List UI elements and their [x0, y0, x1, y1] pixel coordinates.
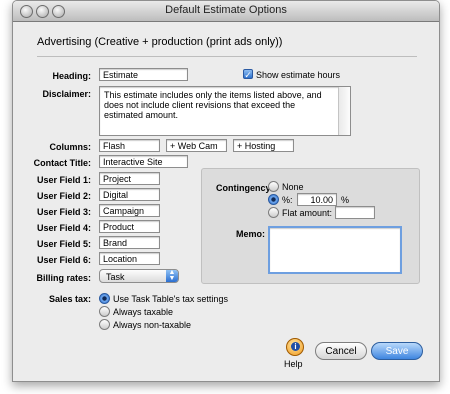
heading-input[interactable]: Estimate [99, 68, 188, 81]
user-field-3-label: User Field 3: [36, 207, 91, 217]
contingency-none-label: None [282, 182, 304, 192]
contingency-panel: Contingency: None %: 10.00 % Flat amount… [201, 168, 420, 284]
user-field-4-input[interactable]: Product [99, 220, 160, 233]
column-3-input[interactable]: + Hosting [233, 139, 294, 152]
updown-arrows-icon: ▲ ▼ [166, 269, 178, 282]
sales-tax-always-taxable-radio[interactable] [99, 306, 110, 317]
save-button[interactable]: Save [371, 342, 423, 360]
show-hours-label: Show estimate hours [256, 70, 341, 80]
user-field-4-label: User Field 4: [36, 223, 91, 233]
user-field-6-label: User Field 6: [36, 255, 91, 265]
columns-label: Columns: [49, 142, 92, 152]
sales-tax-non-taxable-radio[interactable] [99, 319, 110, 330]
disclaimer-label: Disclaimer: [42, 89, 91, 99]
show-hours-checkbox[interactable]: ✓ [243, 69, 253, 80]
sales-tax-option-3-label: Always non-taxable [113, 320, 192, 330]
contact-title-label: Contact Title: [33, 158, 91, 168]
column-1-input[interactable]: Flash [99, 139, 160, 152]
column-2-input[interactable]: + Web Cam [166, 139, 227, 152]
billing-rates-value: Task [106, 272, 125, 282]
section-title: Advertising (Creative + production (prin… [37, 36, 283, 48]
help-label: Help [284, 359, 303, 369]
contingency-label: Contingency: [216, 183, 274, 193]
contingency-flat-label: Flat amount: [282, 208, 333, 218]
billing-rates-select[interactable]: Task ▲ ▼ [99, 269, 179, 283]
user-field-1-label: User Field 1: [36, 175, 91, 185]
contingency-percent-suffix: % [341, 195, 350, 205]
disclaimer-scrollbar[interactable] [338, 87, 350, 135]
memo-label: Memo: [236, 229, 265, 239]
contingency-percent-input[interactable]: 10.00 [297, 193, 337, 206]
user-field-2-label: User Field 2: [36, 191, 91, 201]
user-field-3-input[interactable]: Campaign [99, 204, 160, 217]
window-title: Default Estimate Options [165, 4, 287, 16]
user-field-2-input[interactable]: Digital [99, 188, 160, 201]
contingency-none-radio[interactable] [268, 181, 279, 192]
contingency-percent-label: %: [282, 195, 293, 205]
sales-tax-task-table-radio[interactable] [99, 293, 110, 304]
help-button[interactable]: i [286, 338, 304, 356]
contact-title-input[interactable]: Interactive Site [99, 155, 188, 168]
sales-tax-label: Sales tax: [48, 294, 91, 304]
heading-label: Heading: [52, 71, 91, 81]
sales-tax-option-2-label: Always taxable [113, 307, 174, 317]
billing-rates-label: Billing rates: [36, 273, 91, 283]
title-bar[interactable]: Default Estimate Options [13, 1, 439, 22]
dialog-frame: Default Estimate Options Advertising (Cr… [12, 0, 440, 382]
section-divider [37, 56, 417, 57]
contingency-flat-input[interactable] [335, 206, 375, 219]
checkmark-icon: ✓ [244, 70, 252, 80]
disclaimer-textarea[interactable]: This estimate includes only the items li… [99, 86, 351, 136]
user-field-5-input[interactable]: Brand [99, 236, 160, 249]
cancel-button[interactable]: Cancel [315, 342, 367, 360]
user-field-5-label: User Field 5: [36, 239, 91, 249]
dialog-window: Default Estimate Options Advertising (Cr… [0, 0, 450, 394]
help-info-icon: i [291, 342, 300, 351]
memo-textarea[interactable] [268, 226, 402, 274]
contingency-percent-radio[interactable] [268, 194, 279, 205]
user-field-1-input[interactable]: Project [99, 172, 160, 185]
sales-tax-option-1-label: Use Task Table's tax settings [113, 294, 228, 304]
user-field-6-input[interactable]: Location [99, 252, 160, 265]
contingency-flat-radio[interactable] [268, 207, 279, 218]
disclaimer-text: This estimate includes only the items li… [104, 90, 322, 120]
